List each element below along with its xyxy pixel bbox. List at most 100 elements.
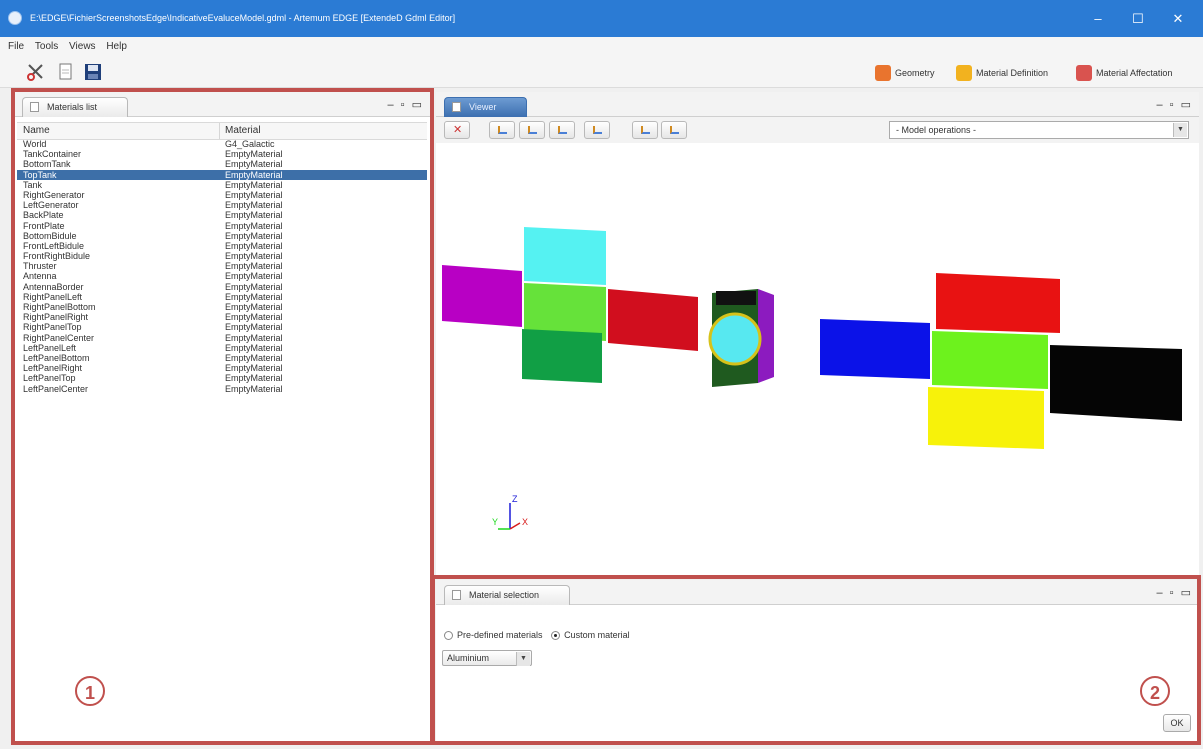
- minimize-button[interactable]: –: [1084, 9, 1112, 29]
- table-row[interactable]: LeftGenerator EmptyMaterial: [17, 200, 427, 210]
- row-name-cell: Thruster: [23, 261, 57, 272]
- table-row[interactable]: BackPlate EmptyMaterial: [17, 210, 427, 220]
- menu-help[interactable]: Help: [106, 37, 127, 57]
- table-row[interactable]: Antenna EmptyMaterial: [17, 271, 427, 281]
- custom-material-option[interactable]: Custom material: [551, 630, 630, 640]
- table-row[interactable]: LeftPanelRight EmptyMaterial: [17, 363, 427, 373]
- table-row[interactable]: RightPanelCenter EmptyMaterial: [17, 333, 427, 343]
- row-name-cell: LeftGenerator: [23, 200, 79, 211]
- row-material-cell: EmptyMaterial: [225, 281, 283, 292]
- row-name-cell: RightPanelCenter: [23, 332, 95, 343]
- material-select[interactable]: Aluminium ▼: [442, 650, 532, 666]
- tab-material-selection[interactable]: Material selection: [444, 585, 571, 605]
- maximize-button[interactable]: ☐: [1124, 9, 1152, 29]
- material-selection-panel: Material selection – ▫ ▭ Pre-defined mat…: [436, 580, 1199, 742]
- table-row[interactable]: World G4_Galactic: [17, 139, 427, 149]
- scissors-icon[interactable]: [26, 62, 46, 82]
- table-row[interactable]: RightPanelLeft EmptyMaterial: [17, 292, 427, 302]
- table-row[interactable]: Thruster EmptyMaterial: [17, 261, 427, 271]
- table-header: Name Material: [17, 122, 427, 140]
- table-row[interactable]: BottomTank EmptyMaterial: [17, 159, 427, 169]
- row-material-cell: EmptyMaterial: [225, 342, 283, 353]
- predefined-materials-option[interactable]: Pre-defined materials: [444, 630, 543, 640]
- geometry-tab[interactable]: Geometry: [875, 65, 935, 81]
- tab-viewer[interactable]: Viewer: [444, 97, 528, 117]
- table-row[interactable]: LeftPanelTop EmptyMaterial: [17, 373, 427, 383]
- row-name-cell: TopTank: [23, 169, 57, 180]
- table-row[interactable]: LeftPanelCenter EmptyMaterial: [17, 384, 427, 394]
- menu-tools[interactable]: Tools: [35, 37, 58, 57]
- table-row[interactable]: TankContainer EmptyMaterial: [17, 149, 427, 159]
- row-material-cell: EmptyMaterial: [225, 271, 283, 282]
- tab-materials-list[interactable]: Materials list: [22, 97, 129, 117]
- table-row[interactable]: RightPanelRight EmptyMaterial: [17, 312, 427, 322]
- row-name-cell: LeftPanelBottom: [23, 352, 90, 363]
- ok-button[interactable]: OK: [1163, 714, 1191, 732]
- material-definition-tab[interactable]: Material Definition: [956, 65, 1048, 81]
- view-bottom-icon[interactable]: [584, 121, 610, 139]
- table-row[interactable]: RightPanelTop EmptyMaterial: [17, 322, 427, 332]
- table-row[interactable]: FrontPlate EmptyMaterial: [17, 221, 427, 231]
- row-material-cell: EmptyMaterial: [225, 149, 283, 160]
- table-row[interactable]: FrontLeftBidule EmptyMaterial: [17, 241, 427, 251]
- callout-number-1: 1: [75, 676, 105, 706]
- viewer-canvas[interactable]: Z X Y: [436, 143, 1199, 573]
- main-toolbar: Geometry Material Definition Material Af…: [0, 57, 1203, 88]
- column-separator[interactable]: [219, 123, 220, 139]
- custom-radio[interactable]: [551, 631, 561, 640]
- reset-view-icon[interactable]: ✕: [444, 121, 470, 139]
- row-material-cell: EmptyMaterial: [225, 332, 283, 343]
- column-name-header[interactable]: Name: [23, 123, 50, 139]
- table-row[interactable]: TopTank EmptyMaterial: [17, 169, 427, 180]
- row-name-cell: BackPlate: [23, 210, 64, 221]
- view-right-icon[interactable]: [661, 121, 687, 139]
- row-name-cell: RightPanelTop: [23, 322, 82, 333]
- row-material-cell: EmptyMaterial: [225, 169, 283, 180]
- table-row[interactable]: LeftPanelLeft EmptyMaterial: [17, 343, 427, 353]
- view-left-icon[interactable]: [632, 121, 658, 139]
- table-row[interactable]: FrontRightBidule EmptyMaterial: [17, 251, 427, 261]
- row-material-cell: EmptyMaterial: [225, 189, 283, 200]
- spacecraft-body: [708, 289, 774, 387]
- row-material-cell: EmptyMaterial: [225, 220, 283, 231]
- row-material-cell: EmptyMaterial: [225, 251, 283, 262]
- row-material-cell: EmptyMaterial: [225, 291, 283, 302]
- save-icon[interactable]: [83, 62, 103, 82]
- row-name-cell: FrontRightBidule: [23, 251, 91, 262]
- model-operations-select[interactable]: - Model operations - ▼: [889, 121, 1189, 139]
- material-affectation-tab[interactable]: Material Affectation: [1076, 65, 1172, 81]
- column-material-header[interactable]: Material: [225, 123, 261, 139]
- menu-views[interactable]: Views: [69, 37, 96, 57]
- x-axis-label: X: [522, 517, 528, 527]
- custom-label: Custom material: [564, 630, 630, 640]
- material-type-options: Pre-defined materials Custom material: [444, 630, 630, 640]
- left-panel-bottom: [522, 329, 602, 383]
- table-row[interactable]: BottomBidule EmptyMaterial: [17, 231, 427, 241]
- material-definition-icon: [956, 65, 972, 81]
- view-front-icon[interactable]: [489, 121, 515, 139]
- material-affectation-icon: [1076, 65, 1092, 81]
- tab-viewer-label: Viewer: [469, 102, 497, 112]
- menu-file[interactable]: File: [8, 37, 24, 57]
- menu-bar: File Tools Views Help: [0, 37, 1203, 57]
- table-row[interactable]: RightGenerator EmptyMaterial: [17, 190, 427, 200]
- view-top-icon[interactable]: [549, 121, 575, 139]
- row-name-cell: RightPanelLeft: [23, 291, 83, 302]
- document-icon[interactable]: [56, 62, 76, 82]
- chevron-down-icon: ▼: [1173, 123, 1187, 137]
- view-back-icon[interactable]: [519, 121, 545, 139]
- row-name-cell: Tank: [23, 179, 43, 190]
- table-row[interactable]: AntennaBorder EmptyMaterial: [17, 282, 427, 292]
- panel-window-controls[interactable]: – ▫ ▭: [1156, 98, 1193, 111]
- antenna: [708, 312, 762, 366]
- panel-window-controls[interactable]: – ▫ ▭: [387, 98, 424, 111]
- tab-material-selection-label: Material selection: [469, 590, 540, 600]
- panel-window-controls[interactable]: – ▫ ▭: [1156, 586, 1193, 599]
- row-material-cell: EmptyMaterial: [225, 373, 283, 384]
- table-row[interactable]: Tank EmptyMaterial: [17, 180, 427, 190]
- table-row[interactable]: LeftPanelBottom EmptyMaterial: [17, 353, 427, 363]
- row-material-cell: EmptyMaterial: [225, 261, 283, 272]
- predefined-radio[interactable]: [444, 631, 453, 640]
- close-button[interactable]: ✕: [1164, 9, 1192, 29]
- table-row[interactable]: RightPanelBottom EmptyMaterial: [17, 302, 427, 312]
